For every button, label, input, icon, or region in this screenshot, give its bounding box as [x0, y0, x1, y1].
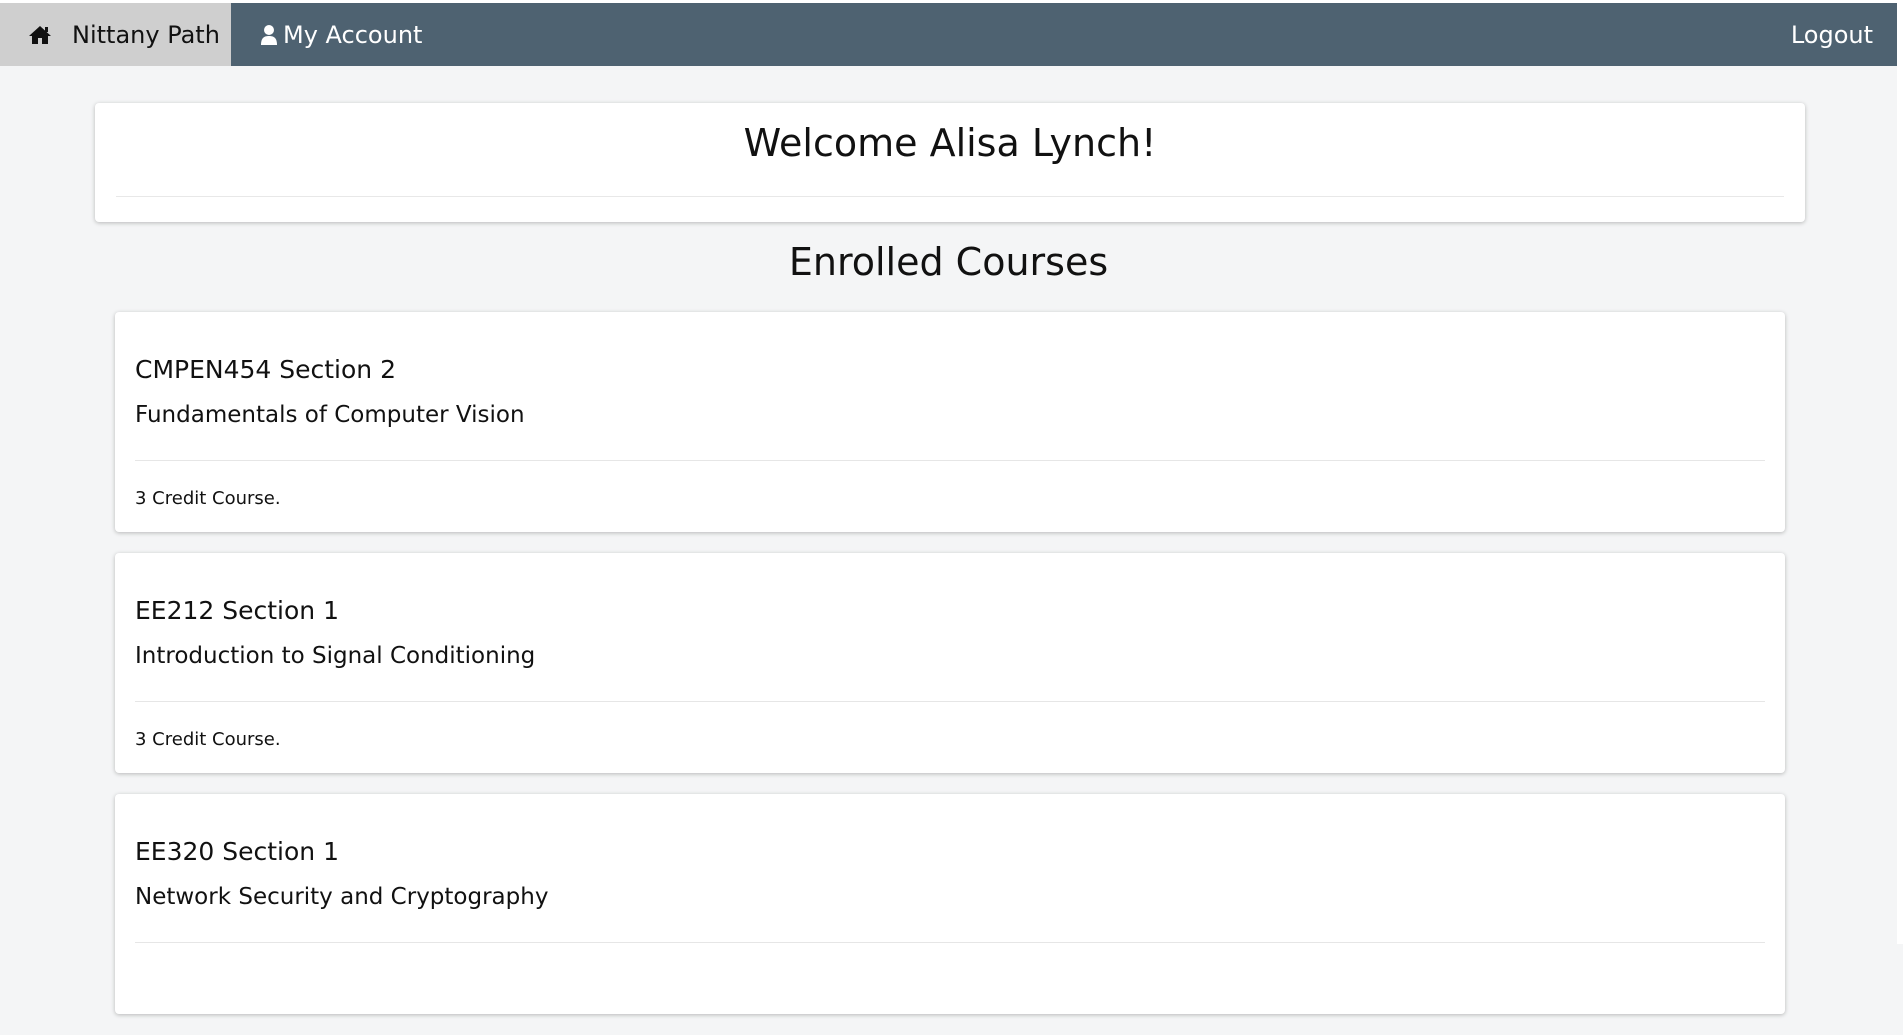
course-credits: 3 Credit Course.: [135, 488, 281, 509]
nav-my-account-label: My Account: [283, 20, 423, 49]
course-card[interactable]: EE320 Section 1 Network Security and Cry…: [115, 794, 1785, 1014]
course-name: Network Security and Cryptography: [135, 884, 549, 910]
user-icon: [261, 24, 277, 46]
home-icon: [28, 24, 52, 46]
course-card[interactable]: EE212 Section 1 Introduction to Signal C…: [115, 553, 1785, 773]
course-name: Introduction to Signal Conditioning: [135, 643, 536, 669]
scrollbar[interactable]: [1897, 0, 1903, 944]
navbar: Nittany Path My Account Logout: [0, 3, 1897, 66]
nav-home-link[interactable]: Nittany Path: [0, 3, 231, 66]
divider: [135, 942, 1765, 943]
logout-link[interactable]: Logout: [1791, 21, 1873, 49]
course-code: EE320 Section 1: [135, 837, 339, 866]
nav-home-label: Nittany Path: [72, 20, 220, 49]
course-name: Fundamentals of Computer Vision: [135, 402, 525, 428]
course-card[interactable]: CMPEN454 Section 2 Fundamentals of Compu…: [115, 312, 1785, 532]
divider: [135, 460, 1765, 461]
course-credits: 3 Credit Course.: [135, 729, 281, 750]
enrolled-courses-heading: Enrolled Courses: [788, 240, 1109, 284]
welcome-card: Welcome Alisa Lynch!: [95, 103, 1805, 222]
divider: [116, 196, 1784, 197]
welcome-title: Welcome Alisa Lynch!: [743, 121, 1157, 165]
course-code: CMPEN454 Section 2: [135, 355, 396, 384]
course-list: CMPEN454 Section 2 Fundamentals of Compu…: [115, 312, 1785, 1035]
divider: [135, 701, 1765, 702]
course-code: EE212 Section 1: [135, 596, 339, 625]
nav-my-account-link[interactable]: My Account: [231, 3, 422, 66]
